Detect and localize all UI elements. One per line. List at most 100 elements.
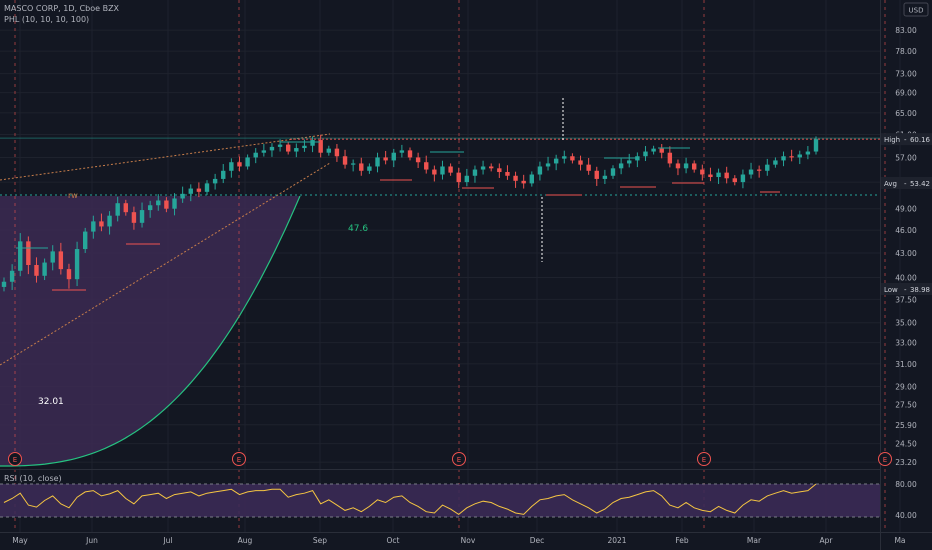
rsi-tick-label: 40.00 xyxy=(895,511,917,520)
candle-body xyxy=(424,162,429,170)
candle-body xyxy=(513,175,518,181)
candle-body xyxy=(58,251,64,270)
candle-body xyxy=(740,174,746,183)
candle-body xyxy=(34,265,39,276)
price-tick-label: 49.00 xyxy=(895,205,917,214)
candle-body xyxy=(342,156,348,165)
candle-body xyxy=(472,169,478,176)
candle-body xyxy=(123,203,128,213)
candle-body xyxy=(147,205,153,211)
candle-body xyxy=(18,241,23,271)
time-axis[interactable]: May Jun Jul Aug Sep Oct Nov Dec 2021 Feb Mar Apr Ma xyxy=(12,536,905,545)
price-tick-label: 25.90 xyxy=(895,421,917,430)
time-tick-label: Jul xyxy=(162,536,172,545)
candle-body xyxy=(261,150,267,153)
candle-body xyxy=(659,148,664,153)
candle-body xyxy=(188,188,193,194)
time-tick-label: May xyxy=(12,536,28,545)
candle-body xyxy=(789,156,794,158)
candle-body xyxy=(432,169,437,175)
candle-body xyxy=(375,157,380,167)
candle-body xyxy=(180,193,185,199)
candle-body xyxy=(643,151,648,157)
candle-body xyxy=(42,262,47,276)
earnings-markers[interactable]: EEEEE xyxy=(8,452,892,466)
parabolic-area xyxy=(0,196,300,466)
candle-body xyxy=(139,210,145,223)
candle-body xyxy=(74,249,80,280)
candle-body xyxy=(212,178,218,184)
price-tick-label: 65.00 xyxy=(895,109,917,118)
price-tag-value: 53.42 xyxy=(910,180,930,188)
price-tick-label: 31.00 xyxy=(895,360,917,369)
indicator-title: PHL (10, 10, 10, 100) xyxy=(4,15,89,24)
candle-body xyxy=(66,269,72,280)
price-tick-label: 40.00 xyxy=(895,273,917,282)
price-axis[interactable]: 83.0078.0073.0069.0065.0061.0057.0053.00… xyxy=(895,26,917,467)
candle-body xyxy=(805,151,811,155)
candle-body xyxy=(797,154,802,158)
candle-body xyxy=(610,168,616,176)
candle-body xyxy=(107,215,112,227)
price-chart[interactable]: 47.6 32.01 rw RSI (10, close) 83.00 78.00… xyxy=(0,0,932,550)
candle-body xyxy=(748,169,754,175)
candle-body xyxy=(724,172,729,179)
candle-body xyxy=(115,203,120,216)
price-tick-label: 35.00 xyxy=(895,319,917,328)
price-tick-label: 78.00 xyxy=(895,47,917,56)
time-tick-label: Apr xyxy=(820,536,834,545)
price-axis-border xyxy=(880,0,881,550)
price-tick-label: 57.00 xyxy=(895,153,917,162)
candle-body xyxy=(237,162,242,167)
candle-body xyxy=(99,221,104,227)
time-tick-label: Aug xyxy=(238,536,253,545)
candle-body xyxy=(156,200,161,206)
time-tick-label: Sep xyxy=(313,536,327,545)
candle-body xyxy=(359,163,364,171)
earnings-marker-label: E xyxy=(702,456,706,464)
candle-body xyxy=(286,144,291,152)
candle-body xyxy=(627,160,632,164)
candle-body xyxy=(578,160,583,165)
candle-body xyxy=(570,156,575,161)
price-tick-label: 43.00 xyxy=(895,249,917,258)
price-tag-name: Avg xyxy=(884,180,897,188)
candle-body xyxy=(26,241,31,266)
candle-body xyxy=(440,166,445,175)
candle-body xyxy=(773,160,778,165)
time-tick-label: Oct xyxy=(387,536,400,545)
candle-body xyxy=(269,146,275,151)
candle-body xyxy=(618,163,624,169)
candle-body xyxy=(529,174,534,184)
rsi-axis[interactable]: 80.00 40.00 xyxy=(895,480,917,520)
earnings-marker-label: E xyxy=(237,456,241,464)
time-axis-border xyxy=(0,532,932,533)
candle-body xyxy=(277,144,283,147)
price-tick-label: 29.00 xyxy=(895,382,917,391)
candle-body xyxy=(229,162,234,171)
candle-body xyxy=(1,281,7,287)
candle-body xyxy=(505,172,510,176)
candle-body xyxy=(537,166,543,175)
candle-body xyxy=(448,166,453,173)
candle-body xyxy=(651,148,656,152)
candle-body xyxy=(172,198,177,209)
price-tick-label: 24.50 xyxy=(895,440,917,449)
candle-body xyxy=(521,180,526,184)
candle-body xyxy=(732,178,737,183)
time-tick-label: Jun xyxy=(85,536,98,545)
candle-body xyxy=(221,170,226,179)
price-tick-label: 73.00 xyxy=(895,70,917,79)
candle-body xyxy=(326,148,331,153)
candle-body xyxy=(407,150,413,158)
price-tag-value: 60.16 xyxy=(910,136,931,144)
time-tick-label: 2021 xyxy=(607,536,626,545)
candle-body xyxy=(562,156,567,159)
price-tick-label: 37.50 xyxy=(895,295,917,304)
candle-body xyxy=(602,175,608,179)
price-tick-label: 33.00 xyxy=(895,339,917,348)
candle-body xyxy=(302,145,307,149)
candle-body xyxy=(489,166,494,169)
time-tick-label: Ma xyxy=(894,536,905,545)
price-tick-label: 69.00 xyxy=(895,89,917,98)
